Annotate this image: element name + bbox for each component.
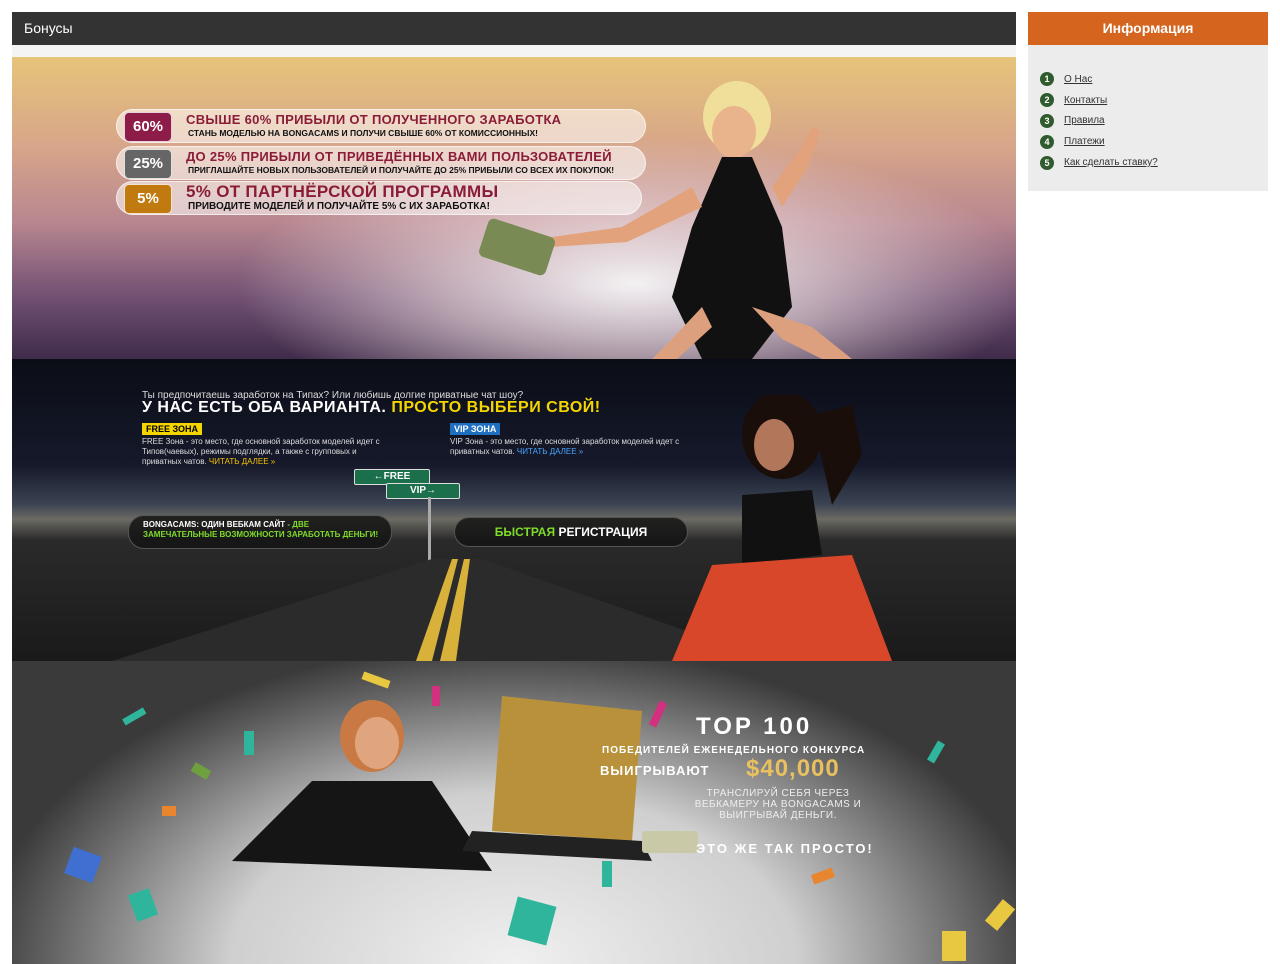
top100-simple: ЭТО ЖЕ ТАК ПРОСТО!	[696, 841, 874, 856]
slogan-white: BONGACAMS: ОДИН ВЕБКАМ САЙТ	[143, 520, 286, 529]
number-badge: 2	[1040, 93, 1054, 108]
banner-top100[interactable]: TOP 100 ПОБЕДИТЕЛЕЙ ЕЖЕНЕДЕЛЬНОГО КОНКУР…	[12, 661, 1016, 964]
vip-zone-read-more[interactable]: ЧИТАТЬ ДАЛЕЕ »	[517, 447, 583, 456]
top100-title: TOP 100	[696, 713, 813, 740]
banner-commission[interactable]: 60% СВЫШЕ 60% ПРИБЫЛИ ОТ ПОЛУЧЕННОГО ЗАР…	[12, 57, 1016, 359]
model-figure-image	[672, 395, 892, 661]
banner-zones[interactable]: Ты предпочитаешь заработок на Типах? Или…	[12, 359, 1016, 661]
registration-green: БЫСТРАЯ	[494, 525, 556, 539]
percent-badge: 5%	[124, 184, 172, 214]
model-figure-image	[479, 81, 852, 359]
headline-white: У НАС ЕСТЬ ОБА ВАРИАНТА.	[142, 399, 387, 416]
page-title-bar: Бонусы	[12, 12, 1016, 45]
sidebar-item-contacts: 2 Контакты	[1040, 90, 1158, 111]
percent-badge: 25%	[124, 149, 172, 179]
headline-yellow: ПРОСТО ВЫБЕРИ СВОЙ!	[391, 399, 601, 416]
header-divider	[12, 45, 1016, 57]
number-badge: 5	[1040, 155, 1054, 170]
row-subtitle: ПРИВОДИТЕ МОДЕЛЕЙ И ПОЛУЧАЙТЕ 5% С ИХ ЗА…	[188, 201, 490, 212]
number-badge: 1	[1040, 72, 1054, 87]
sidebar-item-payments: 4 Платежи	[1040, 131, 1158, 152]
sign-post	[428, 497, 431, 567]
sidebar-item-rules: 3 Правила	[1040, 111, 1158, 132]
sidebar-title: Информация	[1028, 12, 1268, 45]
top100-amount: $40,000	[746, 755, 840, 782]
top100-win: ВЫИГРЫВАЮТ	[600, 763, 710, 778]
page-title: Бонусы	[24, 20, 73, 36]
sidebar-link-how-to-bet[interactable]: Как сделать ставку?	[1064, 157, 1158, 168]
sidebar-link-contacts[interactable]: Контакты	[1064, 95, 1107, 106]
number-badge: 4	[1040, 134, 1054, 149]
sidebar-item-about: 1 О Нас	[1040, 69, 1158, 90]
free-zone-text: FREE Зона - это место, где основной зара…	[142, 437, 388, 467]
sidebar-link-rules[interactable]: Правила	[1064, 115, 1105, 126]
free-zone-read-more[interactable]: ЧИТАТЬ ДАЛЕЕ »	[209, 457, 275, 466]
free-zone-tag: FREE ЗОНА	[142, 423, 203, 435]
sidebar-item-how-to-bet: 5 Как сделать ставку?	[1040, 152, 1158, 173]
percent-badge: 60%	[124, 112, 172, 142]
top100-text: ТРАНСЛИРУЙ СЕБЯ ЧЕРЕЗ ВЕБКАМЕРУ НА BONGA…	[694, 788, 862, 821]
sidebar-link-about[interactable]: О Нас	[1064, 74, 1092, 85]
sidebar-panel: 1 О Нас 2 Контакты 3 Правила 4 Платежи 5…	[1028, 45, 1268, 191]
banner-headline: У НАС ЕСТЬ ОБА ВАРИАНТА. ПРОСТО ВЫБЕРИ С…	[142, 399, 601, 417]
number-badge: 3	[1040, 113, 1054, 128]
sidebar-link-payments[interactable]: Платежи	[1064, 136, 1105, 147]
vip-zone-tag: VIP ЗОНА	[450, 423, 501, 435]
woman-with-laptop-image	[232, 696, 698, 871]
registration-white: РЕГИСТРАЦИЯ	[558, 525, 648, 539]
sign-vip: VIP→	[386, 483, 460, 499]
bongacams-slogan: BONGACAMS: ОДИН ВЕБКАМ САЙТ - ДВЕ ЗАМЕЧА…	[128, 515, 392, 549]
sidebar-list: 1 О Нас 2 Контакты 3 Правила 4 Платежи 5…	[1040, 69, 1158, 173]
